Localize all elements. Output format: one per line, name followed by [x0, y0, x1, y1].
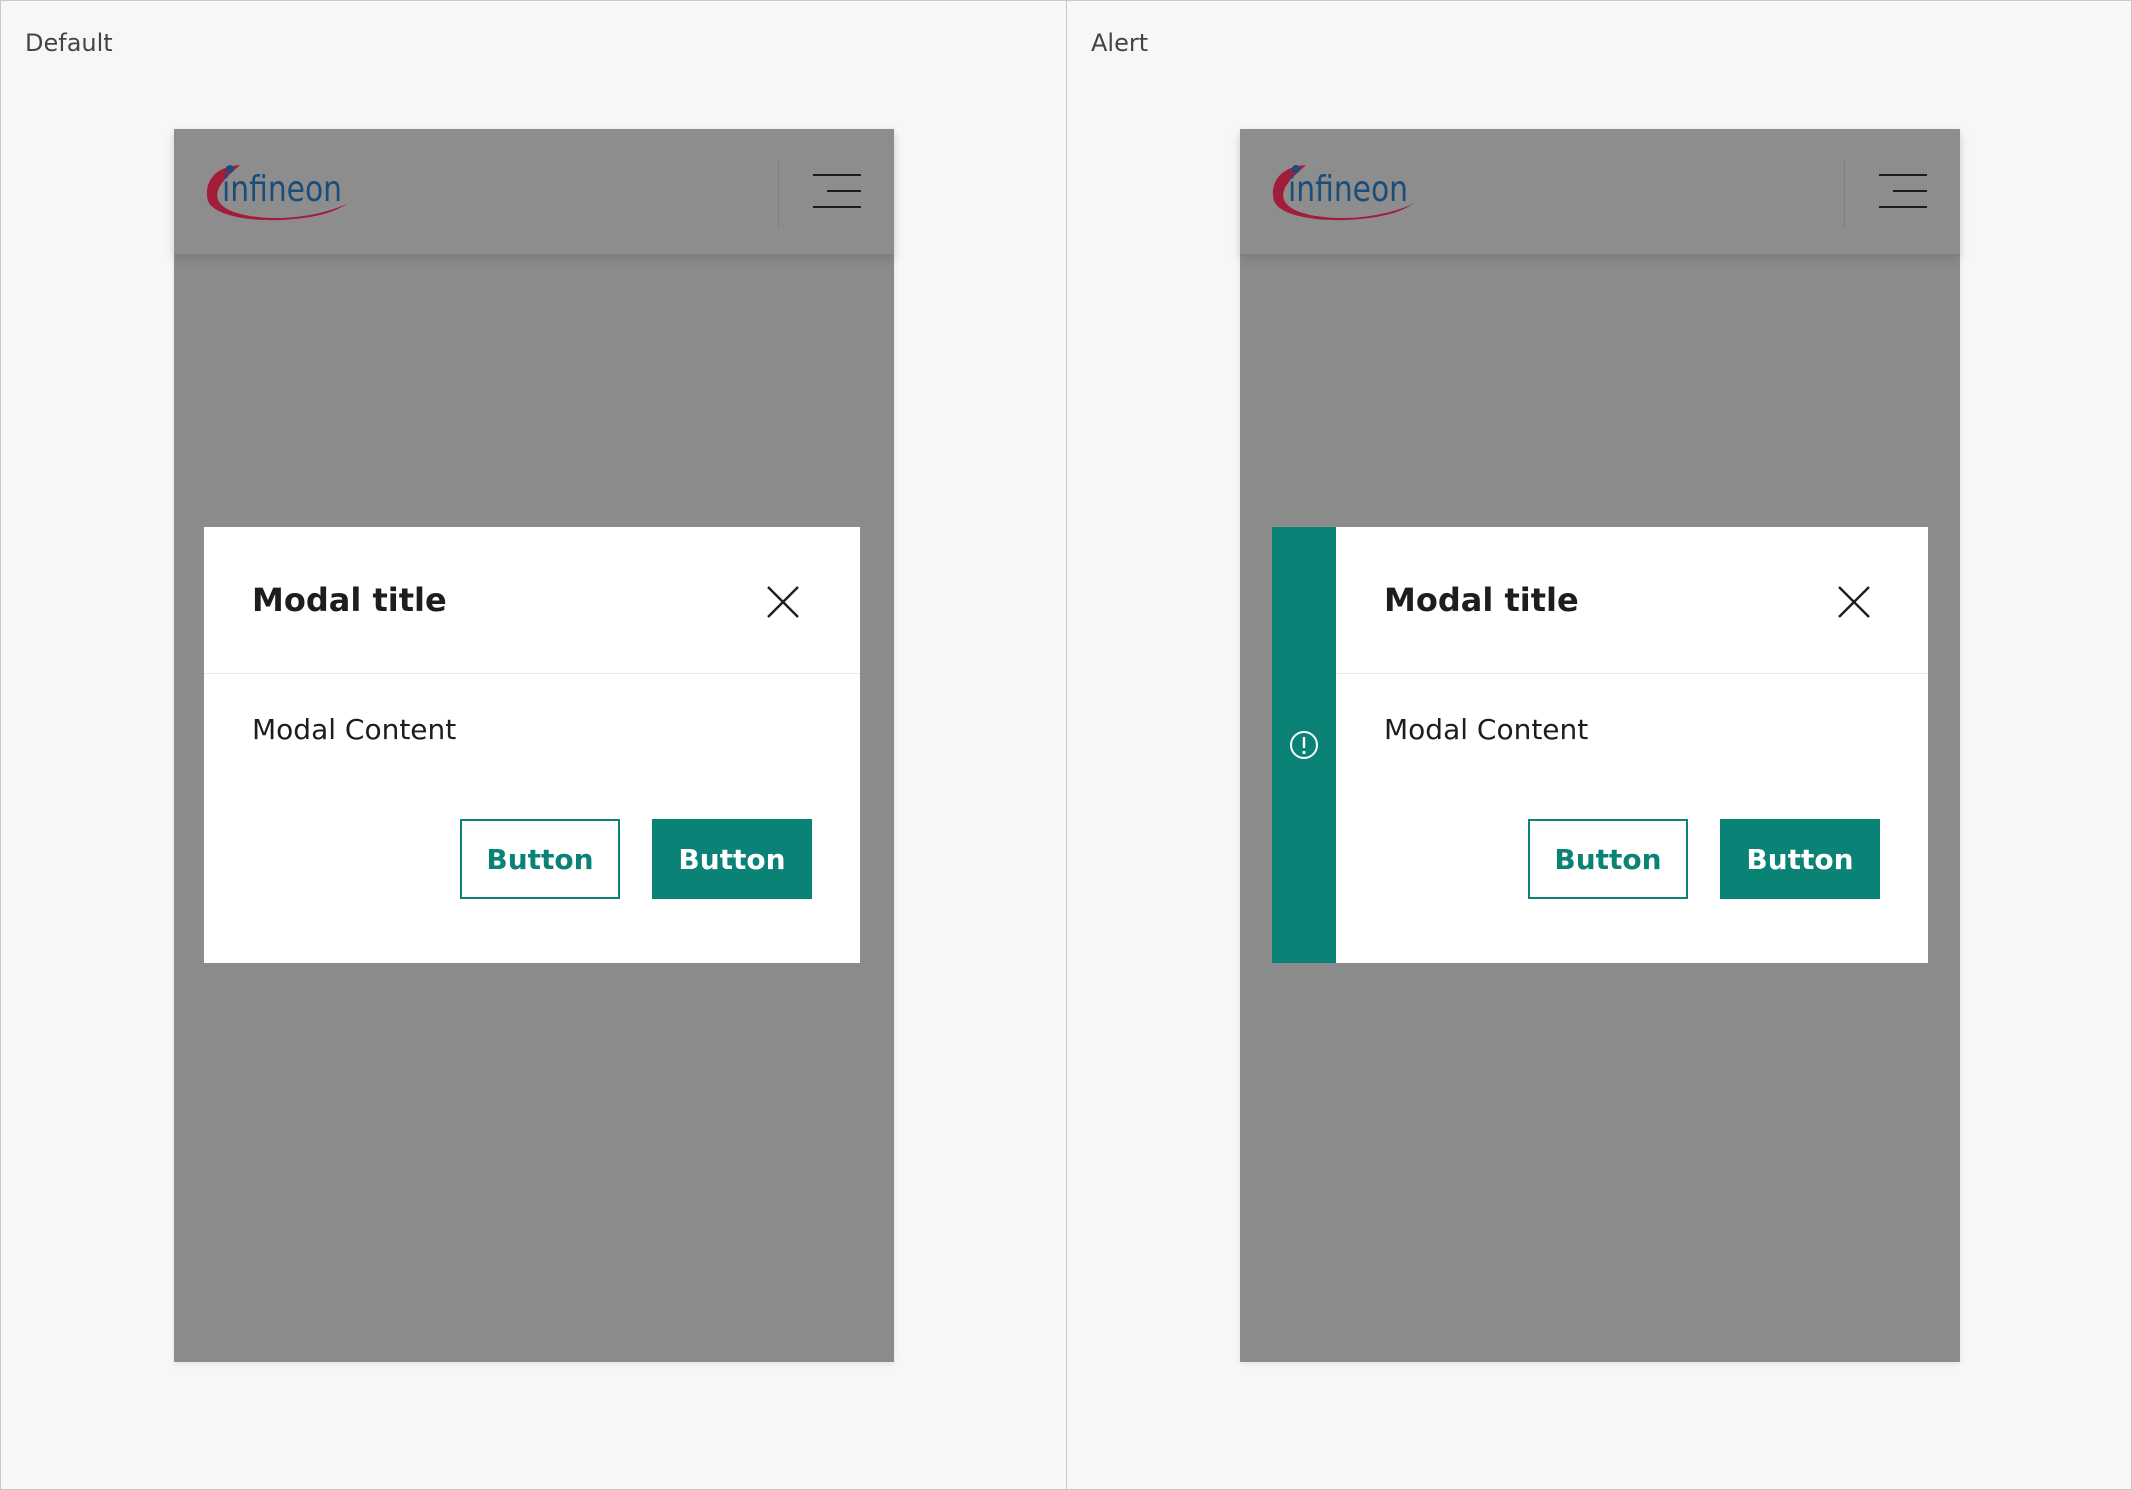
- primary-button[interactable]: Button: [1720, 819, 1880, 899]
- modal-title: Modal title: [1384, 581, 1579, 619]
- modal-content: Modal Content: [252, 713, 457, 746]
- default-variant-panel: Default infineon Modal title Modal Conte…: [0, 0, 1067, 1490]
- site-header: infineon: [1240, 129, 1960, 254]
- mobile-screen: infineon Modal title Modal Content Butto…: [1240, 129, 1960, 1362]
- logo-text: infineon: [1288, 169, 1408, 210]
- primary-button[interactable]: Button: [652, 819, 812, 899]
- close-icon[interactable]: [765, 584, 801, 620]
- modal-header: Modal title: [1336, 527, 1928, 674]
- alert-circle-icon: [1288, 729, 1320, 761]
- modal-body: Modal title Modal Content Button Button: [1336, 527, 1928, 963]
- alert-variant-panel: Alert infineon Modal title Modal Content…: [1066, 0, 2132, 1490]
- panel-label: Default: [25, 29, 113, 57]
- header-divider: [1844, 161, 1845, 227]
- mobile-screen: infineon Modal title Modal Content Butto…: [174, 129, 894, 1362]
- alert-modal-dialog: Modal title Modal Content Button Button: [1272, 527, 1928, 963]
- logo-text: infineon: [222, 169, 342, 210]
- secondary-button[interactable]: Button: [460, 819, 620, 899]
- header-divider: [778, 161, 779, 227]
- modal-content: Modal Content: [1384, 713, 1589, 746]
- infineon-logo[interactable]: infineon: [1266, 157, 1416, 227]
- modal-header: Modal title: [204, 527, 860, 674]
- hamburger-menu-icon[interactable]: [813, 174, 861, 208]
- site-header: infineon: [174, 129, 894, 254]
- panel-label: Alert: [1091, 29, 1149, 57]
- close-icon[interactable]: [1836, 584, 1872, 620]
- secondary-button[interactable]: Button: [1528, 819, 1688, 899]
- modal-title: Modal title: [252, 581, 447, 619]
- modal-dialog: Modal title Modal Content Button Button: [204, 527, 860, 963]
- hamburger-menu-icon[interactable]: [1879, 174, 1927, 208]
- alert-accent-bar: [1272, 527, 1336, 963]
- infineon-logo[interactable]: infineon: [200, 157, 350, 227]
